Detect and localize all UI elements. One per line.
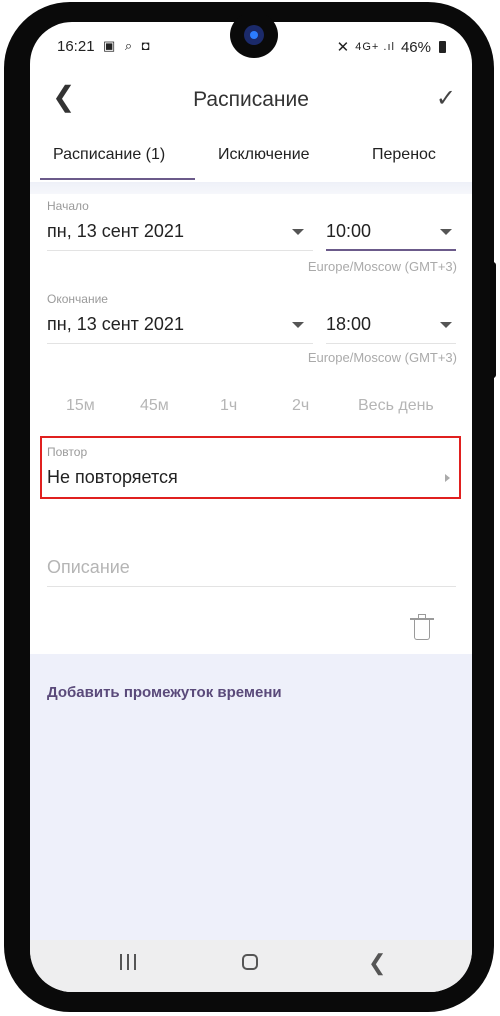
duration-2h[interactable]: 2ч [292,397,309,415]
chevron-down-icon[interactable] [440,229,452,235]
start-label: Начало [47,199,89,213]
duration-1h[interactable]: 1ч [220,397,237,415]
start-date[interactable]: пн, 13 сент 2021 [47,221,184,242]
home-icon[interactable] [242,954,258,970]
battery-icon [439,41,446,53]
description-input[interactable]: Описание [47,557,130,578]
signal-icon: 4G+ .ıl [355,41,395,53]
power-button [4,318,14,398]
start-time-underline [326,249,456,251]
tab-exception[interactable]: Исключение [218,146,310,164]
system-nav-bar: ❮ [30,940,472,992]
screen: 16:21 ▣ ⌕ ◘ ✕ 4G+ .ıl 46% ❮ Расписание ✓… [30,22,472,992]
battery-level: 46% [400,38,431,56]
end-time[interactable]: 18:00 [326,314,371,335]
duration-15m[interactable]: 15м [66,397,95,415]
chevron-down-icon[interactable] [292,322,304,328]
side-button [486,262,496,378]
status-time: 16:21 [57,38,95,55]
tab-bar: Расписание (1) Исключение Перенос [30,126,472,182]
chevron-down-icon[interactable] [292,229,304,235]
end-timezone: Europe/Moscow (GMT+3) [307,350,457,365]
chevron-down-icon[interactable] [440,322,452,328]
chevron-right-icon [445,474,450,482]
end-time-underline [326,343,456,344]
tab-schedule[interactable]: Расписание (1) [53,146,165,164]
notification-icons: ▣ ⌕ ◘ [103,38,153,53]
mute-icon: ✕ [336,39,350,56]
start-date-underline [47,250,313,251]
duration-all-day[interactable]: Весь день [358,397,434,415]
tab-transfer[interactable]: Перенос [372,146,436,164]
repeat-label: Повтор [47,445,88,459]
add-time-slot-button[interactable]: Добавить промежуток времени [47,684,282,701]
duration-45m[interactable]: 45м [140,397,169,415]
check-icon[interactable]: ✓ [436,84,456,113]
recent-apps-icon[interactable] [120,954,136,970]
repeat-value[interactable]: Не повторяется [47,467,178,488]
app-bar: ❮ Расписание ✓ [30,72,472,126]
trash-body [414,620,430,640]
end-date-underline [47,343,313,344]
volume-button [4,226,14,306]
nav-back-icon[interactable]: ❮ [368,950,386,976]
description-underline [47,586,456,587]
tab-indicator [40,178,195,180]
tab-divider [30,182,472,194]
end-date[interactable]: пн, 13 сент 2021 [47,314,184,335]
front-camera [230,12,278,58]
end-label: Окончание [47,292,108,306]
page-title: Расписание [193,88,309,111]
start-timezone: Europe/Moscow (GMT+3) [307,259,457,274]
start-time[interactable]: 10:00 [326,221,371,242]
